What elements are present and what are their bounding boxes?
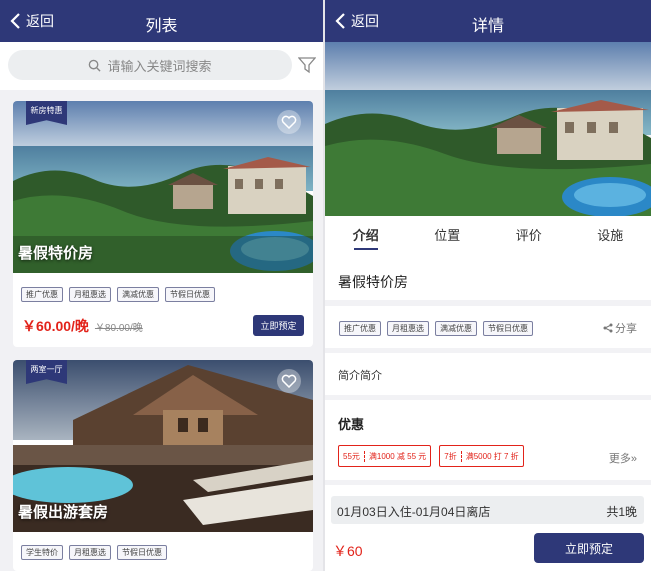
chevron-left-icon [10,13,20,29]
coupon-amount: 55元 [339,450,365,462]
more-label: 更多 [608,453,631,465]
stay-date-range: 01月03日入住-01月04日离店 [337,505,491,519]
back-label: 返回 [351,13,379,29]
stay-nights: 共1晚 [606,505,637,519]
more-deals-link[interactable]: 更多» [609,450,637,466]
heart-icon [281,115,297,129]
room-photo: 新房特惠 暑假特价房 [13,101,313,273]
filter-icon[interactable] [298,56,316,74]
favorite-button[interactable] [277,110,301,134]
back-button[interactable]: 返回 [335,11,379,31]
coupon-list: 55元 满1000 减 55 元 7折 满5000 打 7 折 [338,445,524,467]
tag: 节假日优惠 [483,321,533,336]
book-now-button[interactable]: 立即预定 [253,315,304,336]
coupon-rule: 满5000 打 7 折 [465,451,519,461]
tab-reviews[interactable]: 评价 [488,216,570,256]
tab-location[interactable]: 位置 [407,216,489,256]
chevron-left-icon [335,13,345,29]
hero-photo [325,42,651,216]
detail-screen: 返回 详情 介绍 位置 评价 设施 暑假特价房 推广优惠 月租惠选 满减优惠 节… [325,0,651,571]
favorite-button[interactable] [277,369,301,393]
detail-header: 返回 详情 [325,0,651,42]
deals-section: 优惠 55元 满1000 减 55 元 7折 满5000 打 7 折 更多» [325,400,651,480]
tag: 推广优惠 [339,321,381,336]
resort-image [325,42,651,216]
tag: 节假日优惠 [117,545,167,560]
tags-section: 推广优惠 月租惠选 满减优惠 节假日优惠 分享 [325,306,651,348]
tag: 月租惠选 [387,321,429,336]
coupon-rule: 满1000 减 55 元 [368,451,427,461]
tag-list: 推广优惠 月租惠选 满减优惠 节假日优惠 [339,321,533,336]
booking-bar: 01月03日入住-01月04日离店 共1晚 ￥60 立即预定 [325,485,651,571]
tab-facilities[interactable]: 设施 [570,216,651,256]
intro-section: 简介简介 [325,353,651,395]
deals-title: 优惠 [338,417,365,432]
heart-icon [281,374,297,388]
search-placeholder: 请输入关键词搜索 [107,58,212,74]
tag: 满减优惠 [117,287,159,302]
room-card[interactable]: 新房特惠 暑假特价房 推广优惠 月租惠选 满减优惠 节假日优惠 ￥60.00/晚… [13,101,313,347]
search-input[interactable]: 请输入关键词搜索 [8,50,292,80]
share-icon [603,323,613,333]
list-header: 返回 列表 [0,0,323,42]
room-name: 暑假特价房 [18,245,94,262]
coupon-amount: 7折 [440,450,462,462]
search-icon [89,59,102,72]
intro-text: 简介简介 [338,370,382,382]
tag: 月租惠选 [69,545,111,560]
room-card[interactable]: 两室一厅 暑假出游套房 学生特价 月租惠选 节假日优惠 [13,360,313,571]
room-name: 暑假出游套房 [18,504,109,521]
tag-list: 学生特价 月租惠选 节假日优惠 [21,545,167,560]
current-price: ￥60.00/晚 [22,318,89,334]
share-button[interactable]: 分享 [603,320,637,336]
coupon[interactable]: 55元 满1000 减 55 元 [338,445,432,467]
detail-tabs: 介绍 位置 评价 设施 [325,216,651,256]
original-price: ￥80.00/晚 [94,323,143,334]
price-block: ￥60.00/晚 ￥80.00/晚 [22,316,143,336]
tag: 满减优惠 [435,321,477,336]
tag: 学生特价 [21,545,63,560]
room-name: 暑假特价房 [338,274,408,290]
room-name-section: 暑假特价房 [325,256,651,300]
list-screen: 返回 列表 请输入关键词搜索 新房特惠 暑假特价房 推广优惠 月租惠选 满减优惠… [0,0,323,571]
share-label: 分享 [615,323,637,335]
tag: 推广优惠 [21,287,63,302]
room-photo: 两室一厅 暑假出游套房 [13,360,313,532]
back-button[interactable]: 返回 [10,11,54,31]
tag: 节假日优惠 [165,287,215,302]
tag: 月租惠选 [69,287,111,302]
tag-list: 推广优惠 月租惠选 满减优惠 节假日优惠 [21,287,215,302]
coupon[interactable]: 7折 满5000 打 7 折 [439,445,524,467]
total-price: ￥60 [333,543,363,559]
search-bar: 请输入关键词搜索 [0,42,323,90]
stay-dates[interactable]: 01月03日入住-01月04日离店 共1晚 [331,496,644,524]
back-label: 返回 [26,13,54,29]
tab-intro[interactable]: 介绍 [325,216,407,256]
book-now-button[interactable]: 立即预定 [534,533,644,563]
double-chevron-right-icon: » [630,453,637,465]
